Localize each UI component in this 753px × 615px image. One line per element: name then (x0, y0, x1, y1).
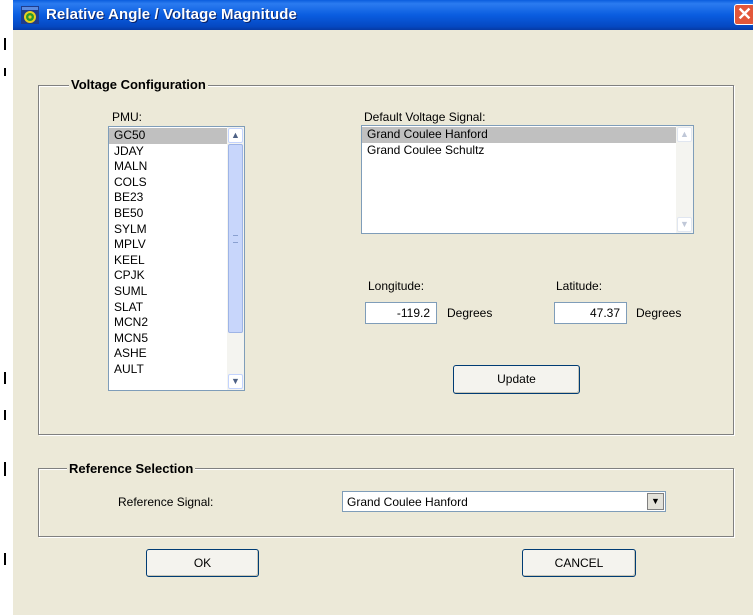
reference-signal-label: Reference Signal: (118, 495, 214, 509)
pmu-list-item[interactable]: AULT (109, 362, 244, 378)
pmu-list-item[interactable]: JDAY (109, 144, 244, 160)
pmu-list-items: GC50 JDAY MALN COLS BE23 BE50 SYLM MPLV KEEL CPJK… (109, 127, 244, 378)
ok-button[interactable]: OK (146, 549, 259, 577)
app-icon (21, 6, 39, 24)
pmu-list-item[interactable]: KEEL (109, 253, 244, 269)
reference-signal-dropdown[interactable]: Grand Coulee Hanford ▼ (342, 491, 666, 512)
pmu-list-item[interactable]: ASHE (109, 346, 244, 362)
voltage-configuration-legend: Voltage Configuration (69, 77, 208, 92)
pmu-list-item[interactable]: BE23 (109, 190, 244, 206)
pmu-list-item[interactable]: BE50 (109, 206, 244, 222)
longitude-unit-label: Degrees (447, 306, 493, 320)
cancel-button[interactable]: CANCEL (522, 549, 636, 577)
pmu-listbox[interactable]: GC50 JDAY MALN COLS BE23 BE50 SYLM MPLV KEEL CPJK… (108, 126, 245, 391)
pmu-list-item[interactable]: SLAT (109, 300, 244, 316)
close-icon: ✕ (737, 4, 753, 24)
latitude-unit-label: Degrees (636, 306, 682, 320)
pmu-list-item[interactable]: CPJK (109, 268, 244, 284)
pmu-list-item[interactable]: MCN5 (109, 331, 244, 347)
pmu-list-item[interactable]: MCN2 (109, 315, 244, 331)
signal-scrollbar: ▲ ▼ (676, 126, 693, 233)
default-voltage-signal-label: Default Voltage Signal: (364, 110, 486, 124)
dialog-window: Relative Angle / Voltage Magnitude ✕ Vol… (13, 0, 753, 615)
pmu-scrollbar[interactable]: ▲ ▼ (227, 127, 244, 390)
scroll-thumb[interactable] (228, 144, 243, 333)
scroll-down-arrow-icon: ▼ (677, 217, 692, 232)
pmu-list-item[interactable]: GC50 (109, 128, 244, 144)
dropdown-arrow-icon[interactable]: ▼ (647, 493, 664, 510)
signal-list-item[interactable]: Grand Coulee Schultz (362, 143, 693, 159)
longitude-input[interactable] (365, 302, 437, 324)
title-bar[interactable]: Relative Angle / Voltage Magnitude ✕ (13, 0, 753, 30)
signal-list-item[interactable]: Grand Coulee Hanford (362, 127, 693, 143)
desktop-edge (0, 0, 13, 615)
default-voltage-signal-listbox[interactable]: Grand Coulee Hanford Grand Coulee Schultz… (361, 125, 694, 234)
scroll-up-arrow-icon[interactable]: ▲ (228, 128, 243, 143)
scroll-down-arrow-icon[interactable]: ▼ (228, 374, 243, 389)
latitude-input[interactable] (554, 302, 627, 324)
pmu-label: PMU: (112, 110, 142, 124)
pmu-list-item[interactable]: MPLV (109, 237, 244, 253)
reference-signal-value: Grand Coulee Hanford (347, 495, 468, 509)
window-title: Relative Angle / Voltage Magnitude (46, 6, 297, 23)
scroll-up-arrow-icon: ▲ (677, 127, 692, 142)
signal-list-items: Grand Coulee Hanford Grand Coulee Schultz (362, 126, 693, 158)
pmu-list-item[interactable]: SYLM (109, 222, 244, 238)
longitude-label: Longitude: (368, 279, 425, 293)
pmu-list-item[interactable]: SUML (109, 284, 244, 300)
update-button[interactable]: Update (453, 365, 580, 394)
reference-selection-legend: Reference Selection (67, 461, 196, 476)
latitude-label: Latitude: (556, 279, 603, 293)
close-button[interactable]: ✕ (734, 4, 753, 25)
pmu-list-item[interactable]: COLS (109, 175, 244, 191)
pmu-list-item[interactable]: MALN (109, 159, 244, 175)
